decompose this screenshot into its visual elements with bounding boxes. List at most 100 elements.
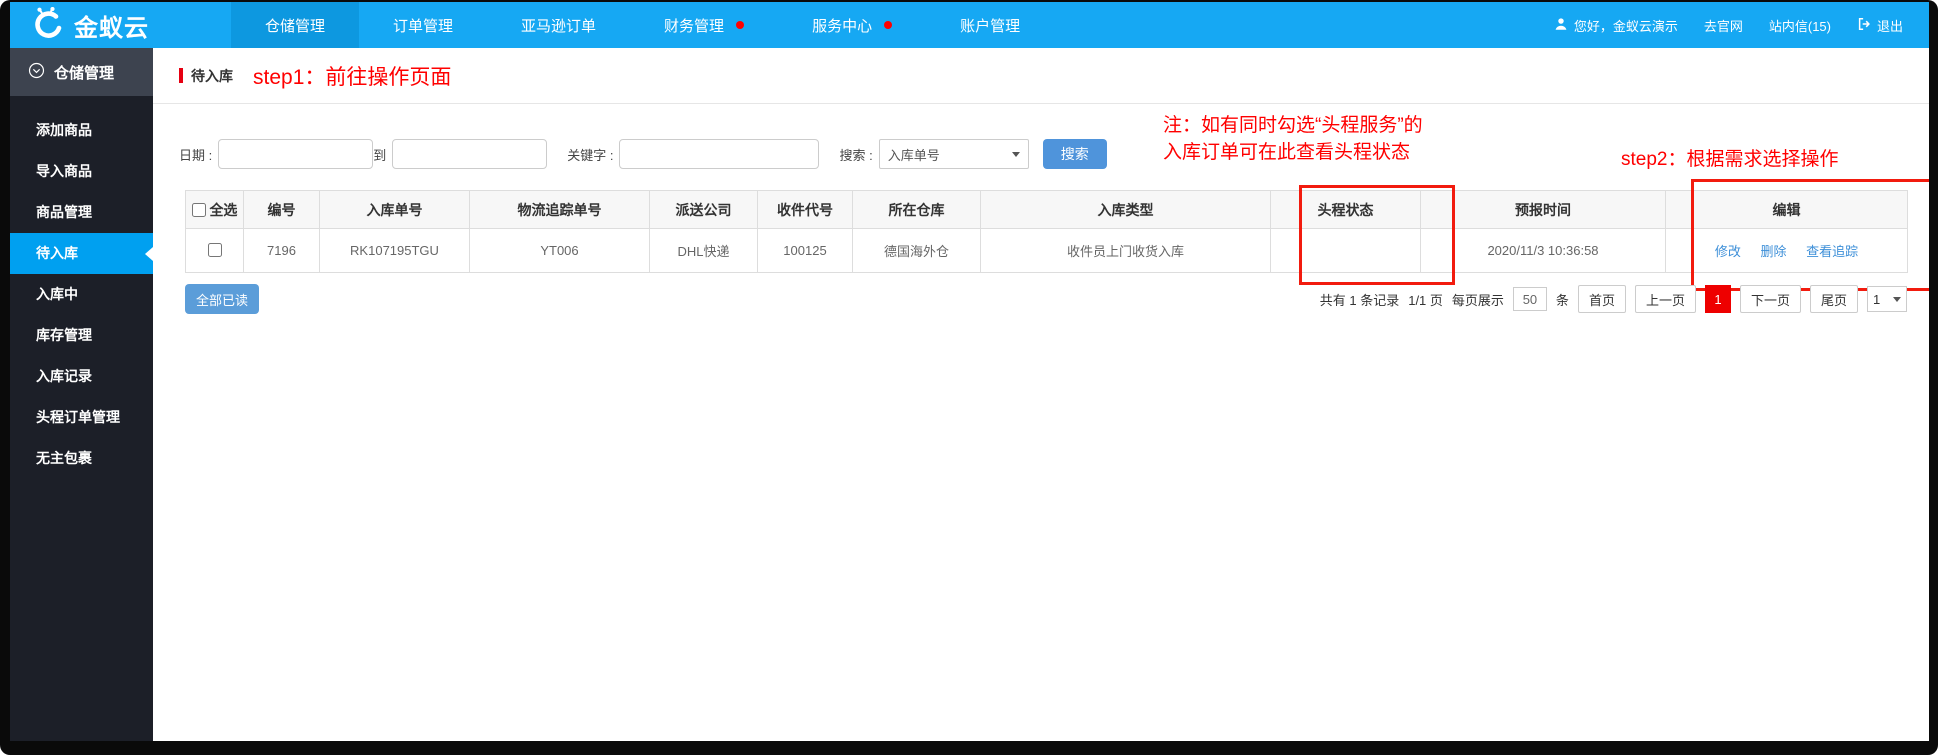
record-summary: 共有 1 条记录 [1320,290,1399,309]
sidebar-item-label: 头程订单管理 [36,409,120,425]
search-type-selected-value: 入库单号 [888,145,940,164]
cell-warehouse: 德国海外仓 [853,229,981,273]
nav-label: 亚马逊订单 [521,15,596,36]
view-tracking-link[interactable]: 查看追踪 [1806,244,1858,259]
table-header-row: 全选 编号 入库单号 物流追踪单号 派送公司 收件代号 所在仓库 入库类型 头程… [186,191,1908,229]
nav-finance-mgmt[interactable]: 财务管理 [630,2,778,48]
col-forecast-time: 预报时间 [1421,191,1666,229]
topbar-right: 您好，金蚁云演示 去官网 站内信(15) 退出 [1554,2,1929,48]
annotation-note-line2: 入库订单可在此查看头程状态 [1163,139,1423,166]
date-from-input[interactable] [218,139,373,169]
nav-label: 财务管理 [664,15,724,36]
edit-link[interactable]: 修改 [1715,244,1741,259]
col-edit: 编辑 [1666,191,1908,229]
next-page-button[interactable]: 下一页 [1740,285,1801,313]
sidebar-item-product-mgmt[interactable]: 商品管理 [10,192,153,233]
table-row: 7196 RK107195TGU YT006 DHL快递 100125 德国海外… [186,229,1908,273]
nav-order-mgmt[interactable]: 订单管理 [359,2,487,48]
page-titlebar: 待入库 step1：前往操作页面 [153,48,1929,104]
sidebar-item-import-product[interactable]: 导入商品 [10,151,153,192]
sidebar-item-inbound-in-progress[interactable]: 入库中 [10,274,153,315]
nav-account-mgmt[interactable]: 账户管理 [926,2,1054,48]
col-recipient-code: 收件代号 [758,191,853,229]
nav-warehouse-mgmt[interactable]: 仓储管理 [231,2,359,48]
chevron-down-icon [1012,152,1020,157]
sidebar-item-label: 无主包裹 [36,450,92,466]
annotation-step1: step1：前往操作页面 [253,61,451,91]
last-page-button[interactable]: 尾页 [1810,285,1858,313]
chevron-down-circle-icon [28,62,45,83]
mark-all-read-button[interactable]: 全部已读 [185,284,259,314]
sidebar-item-label: 库存管理 [36,327,92,343]
sidebar-menu: 添加商品 导入商品 商品管理 待入库 入库中 库存管理 入库记录 头程订单管理 … [10,96,153,479]
nav-service-center[interactable]: 服务中心 [778,2,926,48]
sidebar-item-inbound-records[interactable]: 入库记录 [10,356,153,397]
search-button[interactable]: 搜索 [1043,139,1107,169]
cell-actions: 修改 删除 查看追踪 [1666,229,1908,273]
col-warehouse: 所在仓库 [853,191,981,229]
keyword-input[interactable] [619,139,819,169]
col-carrier: 派送公司 [650,191,758,229]
sidebar-item-add-product[interactable]: 添加商品 [10,110,153,151]
official-site-link[interactable]: 去官网 [1704,16,1743,35]
first-page-button[interactable]: 首页 [1578,285,1626,313]
user-icon [1554,17,1568,34]
delete-link[interactable]: 删除 [1760,244,1786,259]
select-all-label: 全选 [209,202,237,218]
chevron-down-icon [1893,297,1901,302]
cell-id: 7196 [244,229,320,273]
page-jump-select[interactable]: 1 [1867,286,1907,312]
row-checkbox[interactable] [208,243,222,257]
sidebar-item-label: 待入库 [36,245,78,261]
filter-bar: 日期 : 到 关键字 : 搜索 : 入库单号 搜索 [179,138,1107,170]
sidebar-section-warehouse[interactable]: 仓储管理 [10,48,153,96]
nav-label: 仓储管理 [265,15,325,36]
sidebar-item-label: 入库中 [36,286,78,302]
per-page-label: 每页展示 [1452,290,1504,309]
topbar: 金蚁云 仓储管理 订单管理 亚马逊订单 财务管理 服务中心 [10,2,1929,48]
sidebar-item-inventory-mgmt[interactable]: 库存管理 [10,315,153,356]
cell-first-leg-status [1271,229,1421,273]
per-page-input[interactable] [1513,287,1547,311]
select-all-checkbox[interactable] [192,203,206,217]
sidebar-item-pending-inbound[interactable]: 待入库 [10,233,153,274]
logo[interactable]: 金蚁云 [10,2,171,48]
prev-page-button[interactable]: 上一页 [1635,285,1696,313]
nav-amazon-orders[interactable]: 亚马逊订单 [487,2,630,48]
annotation-note: 注：如有同时勾选“头程服务”的 入库订单可在此查看头程状态 [1163,112,1423,166]
logo-text: 金蚁云 [74,8,149,43]
col-tracking-no: 物流追踪单号 [470,191,650,229]
cell-order-no: RK107195TGU [320,229,470,273]
notification-dot [884,21,892,29]
sidebar-item-label: 添加商品 [36,122,92,138]
cell-recipient-code: 100125 [758,229,853,273]
current-page-indicator: 1 [1705,285,1731,313]
messages-text: 站内信(15) [1769,16,1831,35]
title-accent-bar [179,68,183,83]
logout-icon [1857,17,1871,34]
sidebar-item-unclaimed-packages[interactable]: 无主包裹 [10,438,153,479]
annotation-note-line1: 注：如有同时勾选“头程服务”的 [1163,112,1423,139]
sidebar: 仓储管理 添加商品 导入商品 商品管理 待入库 入库中 库存管理 入库记录 头程… [10,48,153,741]
site-messages-link[interactable]: 站内信(15) [1769,16,1831,35]
sidebar-section-label: 仓储管理 [54,62,114,83]
main-content: 待入库 step1：前往操作页面 注：如有同时勾选“头程服务”的 入库订单可在此… [153,48,1929,741]
inbound-table: 全选 编号 入库单号 物流追踪单号 派送公司 收件代号 所在仓库 入库类型 头程… [185,190,1908,273]
inbound-table-container: 全选 编号 入库单号 物流追踪单号 派送公司 收件代号 所在仓库 入库类型 头程… [185,190,1907,273]
sidebar-item-label: 商品管理 [36,204,92,220]
sidebar-item-first-leg-orders[interactable]: 头程订单管理 [10,397,153,438]
col-id: 编号 [244,191,320,229]
date-to-input[interactable] [392,139,547,169]
app-viewport: 金蚁云 仓储管理 订单管理 亚马逊订单 财务管理 服务中心 [10,2,1929,741]
logout-text: 退出 [1877,16,1903,35]
page-info: 1/1 页 [1408,290,1443,309]
keyword-label: 关键字 : [567,145,613,164]
search-type-select[interactable]: 入库单号 [879,139,1029,169]
window-frame: 金蚁云 仓储管理 订单管理 亚马逊订单 财务管理 服务中心 [0,0,1938,755]
page-title: 待入库 [191,66,233,86]
logout-button[interactable]: 退出 [1857,16,1903,35]
annotation-step2: step2：根据需求选择操作 [1621,144,1838,171]
cell-select [186,229,244,273]
search-type-label: 搜索 : [839,145,872,164]
user-greeting[interactable]: 您好，金蚁云演示 [1554,16,1678,35]
